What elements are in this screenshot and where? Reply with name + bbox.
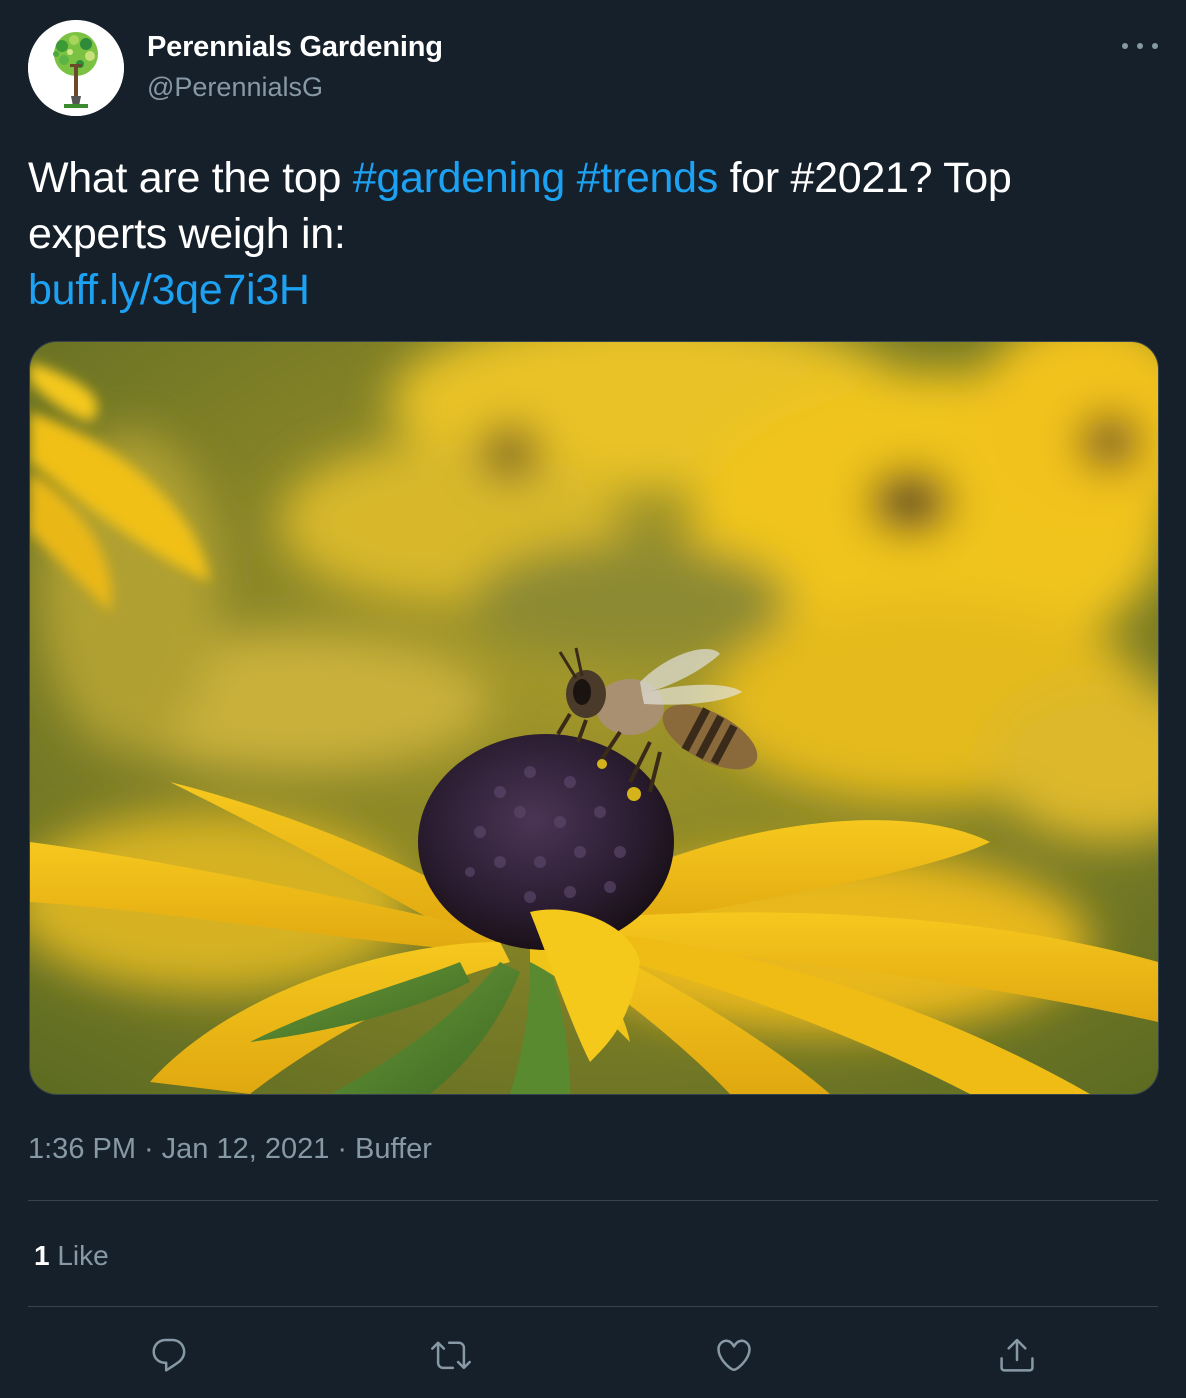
more-dot-icon [1122,43,1128,49]
more-options-button[interactable] [1122,34,1158,58]
display-name[interactable]: Perennials Gardening [147,28,443,66]
tweet-time[interactable]: 1:36 PM [28,1133,136,1165]
tweet-text: What are the top #gardening #trends for … [28,150,1148,318]
tweet-card: Perennials Gardening @PerennialsG What a… [0,0,1186,1398]
more-dot-icon [1137,43,1143,49]
tweet-link[interactable]: buff.ly/3qe7i3H [28,266,310,314]
meta-separator: · [337,1133,348,1165]
reply-icon [152,1338,186,1372]
likes-label: Like [57,1240,109,1271]
tweet-actions [28,1330,1158,1380]
tweet-header: Perennials Gardening @PerennialsG [28,20,1158,116]
tweet-text-prefix: What are the top [28,154,353,202]
meta-separator: · [144,1133,154,1165]
heart-icon [717,1339,751,1372]
avatar[interactable] [28,20,124,116]
reply-button[interactable] [144,1330,194,1380]
tweet-media-photo[interactable] [29,341,1159,1095]
tree-shovel-logo-icon [28,20,124,116]
share-button[interactable] [992,1330,1042,1380]
tweet-date[interactable]: Jan 12, 2021 [162,1133,330,1165]
hashtag-gardening-link[interactable]: #gardening [353,154,566,202]
handle[interactable]: @PerennialsG [147,68,443,106]
divider [28,1200,1158,1201]
hashtag-trends-link[interactable]: #trends [577,154,719,202]
tweet-text-space [565,154,577,202]
share-icon [1000,1338,1034,1372]
divider [28,1306,1158,1307]
likes-count: 1 [34,1240,50,1271]
retweet-icon [431,1341,471,1370]
bee-on-black-eyed-susan-photo [30,342,1158,1094]
tweet-meta: 1:36 PM · Jan 12, 2021 · Buffer [28,1130,432,1168]
tweet-stats[interactable]: 1 Like [34,1237,109,1275]
author-names: Perennials Gardening @PerennialsG [147,28,443,106]
tweet-source[interactable]: Buffer [355,1133,432,1165]
retweet-button[interactable] [426,1330,476,1380]
like-button[interactable] [709,1330,759,1380]
more-dot-icon [1152,43,1158,49]
